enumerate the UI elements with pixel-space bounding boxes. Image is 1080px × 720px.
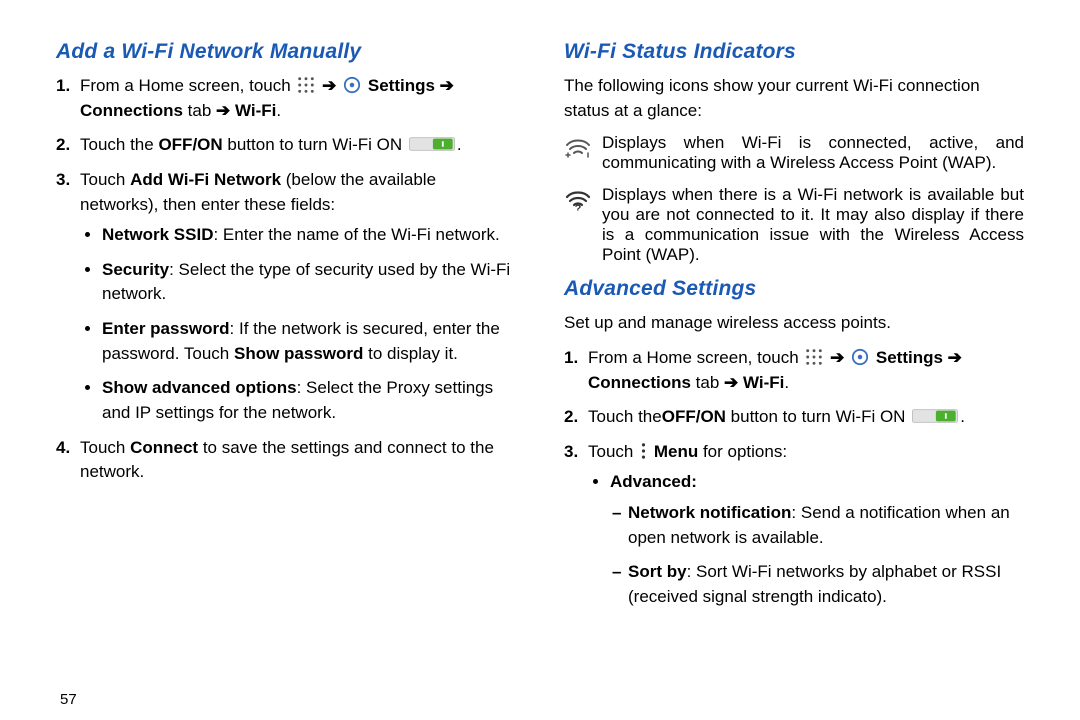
menu-label: Menu (654, 442, 698, 461)
step-1: From a Home screen, touch ➔ Settings ➔ C… (80, 74, 516, 123)
period: . (457, 135, 462, 154)
show-password-label: Show password (234, 344, 363, 363)
text: Touch the (588, 407, 662, 426)
intro-text: Set up and manage wireless access points… (564, 311, 1024, 336)
wifi-active-icon (564, 135, 592, 164)
period: . (960, 407, 965, 426)
settings-gear-icon (343, 76, 361, 94)
text: Touch (80, 170, 130, 189)
step-2: Touch theOFF/ON button to turn Wi-Fi ON … (588, 405, 1024, 430)
text: tab (691, 373, 724, 392)
wifi-question-icon: ? (564, 187, 592, 216)
list-item: Security: Select the type of security us… (102, 258, 516, 307)
left-column: Add a Wi-Fi Network Manually From a Home… (48, 36, 540, 720)
manual-page: Add a Wi-Fi Network Manually From a Home… (0, 0, 1080, 720)
page-number: 57 (60, 691, 77, 708)
text: From a Home screen, touch (80, 76, 295, 95)
arrow-icon: ➔ (216, 101, 230, 120)
field-list: Network SSID: Enter the name of the Wi-F… (80, 223, 516, 425)
wifi-label: Wi-Fi (230, 101, 276, 120)
wifi-label: Wi-Fi (738, 373, 784, 392)
apps-icon (297, 76, 315, 94)
svg-text:?: ? (575, 203, 582, 211)
option-label: Network notification (628, 503, 791, 522)
arrow-icon: ➔ (440, 76, 454, 95)
add-network-label: Add Wi-Fi Network (130, 170, 281, 189)
step-2: Touch the OFF/ON button to turn Wi-Fi ON… (80, 133, 516, 158)
step-3: Touch Add Wi-Fi Network (below the avail… (80, 168, 516, 426)
text: to display it. (363, 344, 458, 363)
connections-label: Connections (80, 101, 183, 120)
settings-label: Settings (368, 76, 440, 95)
period: . (276, 101, 281, 120)
list-item: Sort by: Sort Wi-Fi networks by alphabet… (628, 560, 1024, 609)
indicator-text: Displays when there is a Wi-Fi network i… (602, 185, 1024, 265)
heading-advanced: Advanced Settings (564, 277, 1024, 301)
text: Touch the (80, 135, 158, 154)
text: Touch (588, 442, 638, 461)
menu-options: Advanced: Network notification: Send a n… (588, 470, 1024, 609)
heading-status-indicators: Wi-Fi Status Indicators (564, 40, 1024, 64)
connections-label: Connections (588, 373, 691, 392)
field-label: Network SSID (102, 225, 213, 244)
list-item: Enter password: If the network is secure… (102, 317, 516, 366)
text: : Enter the name of the Wi-Fi network. (213, 225, 499, 244)
indicator-text: Displays when Wi-Fi is connected, active… (602, 133, 1024, 173)
indicator-available: ? Displays when there is a Wi-Fi network… (564, 185, 1024, 265)
toggle-on-icon (409, 135, 455, 153)
text: button to turn Wi-Fi ON (223, 135, 407, 154)
apps-icon (805, 348, 823, 366)
connect-label: Connect (130, 438, 198, 457)
list-item: Network notification: Send a notificatio… (628, 501, 1024, 550)
list-item: Network SSID: Enter the name of the Wi-F… (102, 223, 516, 248)
settings-gear-icon (851, 348, 869, 366)
advanced-sublist: Network notification: Send a notificatio… (610, 501, 1024, 610)
indicator-connected: Displays when Wi-Fi is connected, active… (564, 133, 1024, 173)
advanced-steps: From a Home screen, touch ➔ Settings ➔ C… (564, 346, 1024, 610)
arrow-icon: ➔ (830, 348, 844, 367)
field-label: Enter password (102, 319, 230, 338)
arrow-icon: ➔ (948, 348, 962, 367)
field-label: Security (102, 260, 169, 279)
advanced-label: Advanced: (610, 472, 697, 491)
settings-label: Settings (876, 348, 948, 367)
option-label: Sort by (628, 562, 687, 581)
list-item: Advanced: Network notification: Send a n… (610, 470, 1024, 609)
step-1: From a Home screen, touch ➔ Settings ➔ C… (588, 346, 1024, 395)
add-wifi-steps: From a Home screen, touch ➔ Settings ➔ C… (56, 74, 516, 485)
field-label: Show advanced options (102, 378, 297, 397)
step-3: Touch Menu for options: Advanced: Networ… (588, 440, 1024, 610)
period: . (784, 373, 789, 392)
menu-dots-icon (640, 442, 647, 460)
text: tab (183, 101, 216, 120)
text: Touch (80, 438, 130, 457)
step-4: Touch Connect to save the settings and c… (80, 436, 516, 485)
arrow-icon: ➔ (724, 373, 738, 392)
text: for options: (698, 442, 787, 461)
intro-text: The following icons show your current Wi… (564, 74, 1024, 123)
toggle-on-icon (912, 407, 958, 425)
right-column: Wi-Fi Status Indicators The following ic… (540, 36, 1032, 720)
text: button to turn Wi-Fi ON (726, 407, 910, 426)
arrow-icon: ➔ (322, 76, 336, 95)
offon-label: OFF/ON (158, 135, 222, 154)
text: From a Home screen, touch (588, 348, 803, 367)
offon-label: OFF/ON (662, 407, 726, 426)
list-item: Show advanced options: Select the Proxy … (102, 376, 516, 425)
heading-add-wifi: Add a Wi-Fi Network Manually (56, 40, 516, 64)
